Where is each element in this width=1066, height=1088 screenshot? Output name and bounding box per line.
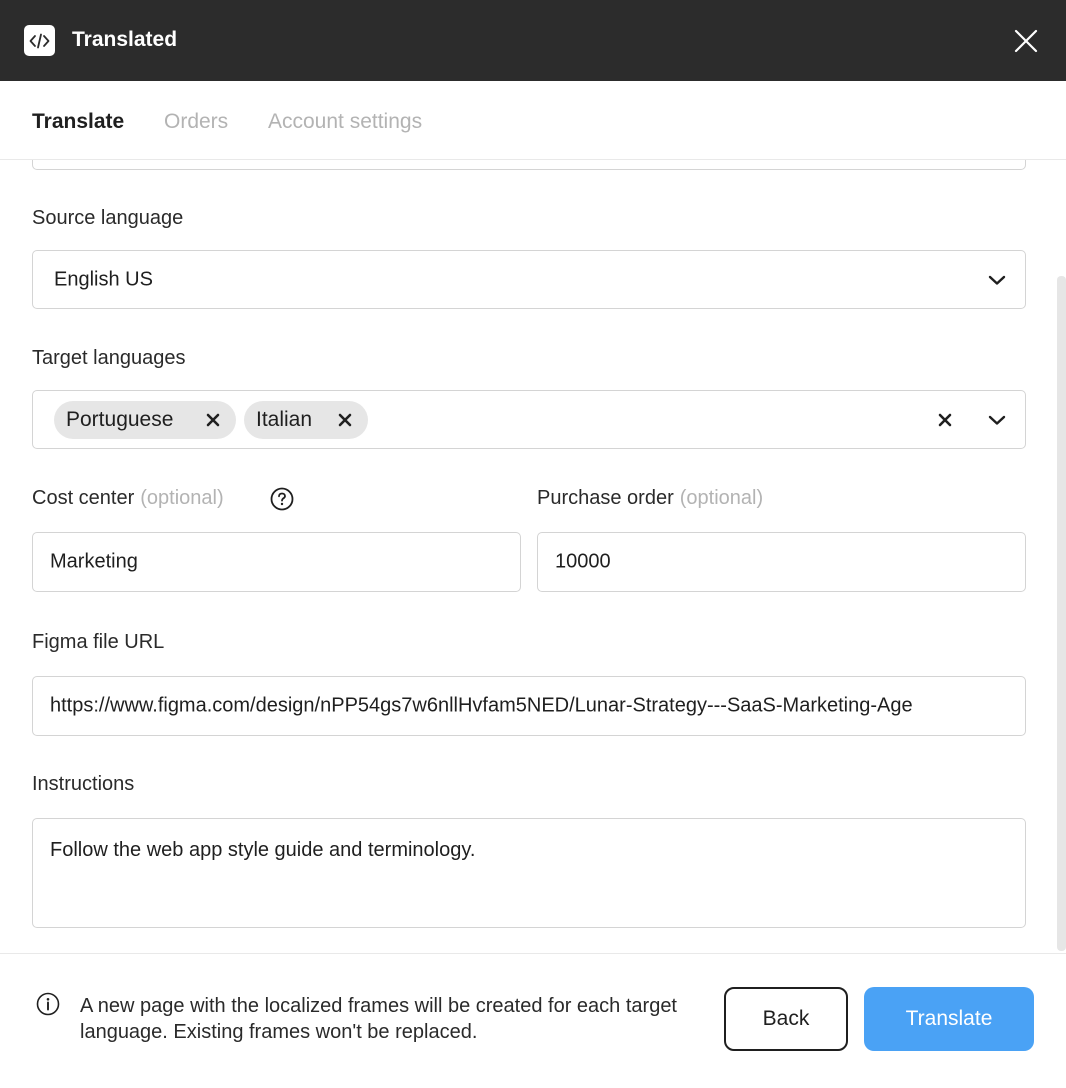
cost-center-value: Marketing — [50, 550, 138, 573]
instructions-value: Follow the web app style guide and termi… — [50, 839, 476, 861]
title-bar: Translated — [0, 0, 1066, 81]
code-brackets-icon — [24, 25, 55, 56]
footer-note: A new page with the localized frames wil… — [80, 995, 677, 1043]
chevron-down-icon — [988, 415, 1006, 425]
cost-center-label-text: Cost center — [32, 487, 135, 509]
purchase-order-input[interactable]: 10000 — [537, 532, 1026, 592]
chip-label: Portuguese — [66, 408, 174, 431]
cost-center-label: Cost center (optional) — [32, 486, 224, 510]
purchase-order-value: 10000 — [555, 550, 611, 573]
previous-field-edge — [32, 160, 1026, 170]
source-language-label: Source language — [32, 207, 184, 229]
close-icon[interactable] — [1012, 27, 1040, 55]
target-languages-label: Target languages — [32, 347, 186, 369]
scrollbar[interactable] — [1057, 276, 1066, 951]
back-button[interactable]: Back — [724, 987, 848, 1051]
instructions-textarea[interactable]: Follow the web app style guide and termi… — [32, 818, 1026, 928]
figma-url-value: https://www.figma.com/design/nPP54gs7w6n… — [50, 694, 913, 717]
clear-all-icon[interactable] — [937, 412, 953, 428]
figma-url-input[interactable]: https://www.figma.com/design/nPP54gs7w6n… — [32, 676, 1026, 736]
footer: A new page with the localized frames wil… — [0, 953, 1066, 1088]
info-icon — [36, 992, 60, 1016]
form-content: Source language English US Target langua… — [0, 160, 1066, 953]
source-language-value: English US — [54, 268, 153, 290]
optional-hint: (optional) — [679, 487, 764, 509]
chevron-down-icon — [988, 275, 1006, 285]
help-icon[interactable] — [270, 487, 294, 511]
translate-button[interactable]: Translate — [864, 987, 1034, 1051]
tab-bar: Translate Orders Account settings — [0, 81, 1066, 160]
chip-label: Italian — [256, 408, 313, 431]
purchase-order-label: Purchase order (optional) — [537, 486, 763, 510]
language-chip: Portuguese — [54, 401, 236, 439]
optional-hint: (optional) — [140, 487, 224, 509]
purchase-order-label-text: Purchase order — [537, 487, 674, 509]
tab-translate[interactable]: Translate — [32, 109, 124, 135]
source-language-select[interactable]: English US — [32, 250, 1026, 309]
tab-orders[interactable]: Orders — [164, 109, 228, 135]
cost-center-input[interactable]: Marketing — [32, 532, 521, 592]
target-languages-select[interactable]: Portuguese Italian — [32, 390, 1026, 449]
remove-chip-icon[interactable] — [205, 412, 221, 428]
app-title: Translated — [72, 28, 178, 51]
figma-url-label: Figma file URL — [32, 631, 165, 653]
instructions-label: Instructions — [32, 773, 135, 795]
remove-chip-icon[interactable] — [337, 412, 353, 428]
tab-account-settings[interactable]: Account settings — [268, 109, 422, 135]
language-chip: Italian — [244, 401, 368, 439]
